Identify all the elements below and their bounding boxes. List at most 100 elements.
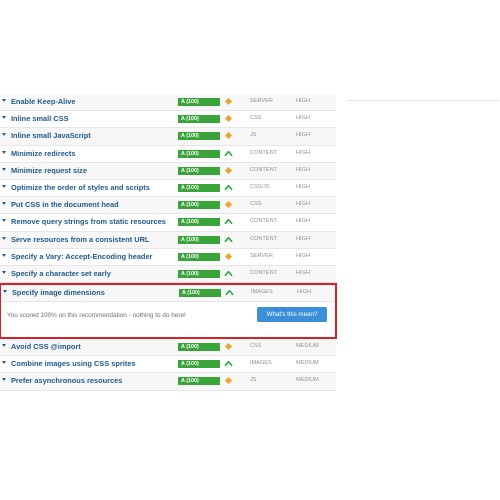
type-label: IMAGES <box>251 289 273 296</box>
type-label: CONTENT <box>250 166 278 173</box>
table-row[interactable]: Prefer asynchronous resources A (100) JS ME… <box>0 373 336 391</box>
type-label: CONTENT <box>250 235 278 242</box>
table-row[interactable]: Minimize request size A (100) CONTENT HIGH <box>0 162 336 180</box>
trend-stable-icon <box>224 132 233 140</box>
trend-up-icon <box>224 236 233 242</box>
recommendation-name[interactable]: Enable Keep-Alive <box>11 97 75 106</box>
caret-down-icon[interactable] <box>2 253 6 257</box>
grade-badge: A (100) <box>178 218 220 227</box>
type-label: IMAGES <box>250 360 272 367</box>
priority-label: HIGH <box>296 98 310 104</box>
recommendation-name[interactable]: Put CSS in the document head <box>11 200 119 209</box>
recommendation-name[interactable]: Minimize request size <box>11 166 87 175</box>
table-row[interactable]: Serve resources from a consistent URL A (… <box>0 231 336 249</box>
table-row[interactable]: Enable Keep-Alive A (100) SERVER HIGH <box>0 94 336 112</box>
grade-badge: A (100) <box>178 343 220 352</box>
priority-label: HIGH <box>296 183 310 190</box>
recommendation-name[interactable]: Avoid CSS @import <box>11 342 81 351</box>
grade-badge: A (100) <box>179 289 221 298</box>
type-label: SERVER <box>250 252 273 259</box>
trend-up-icon <box>224 150 233 156</box>
trend-stable-icon <box>224 166 233 174</box>
table-row[interactable]: Inline small CSS A (100) CSS HIGH <box>0 111 336 129</box>
trend-up-icon <box>224 219 233 225</box>
expanded-recommendation: Specify image dimensions A (100) IMAGES … <box>0 283 337 340</box>
recommendation-name[interactable]: Serve resources from a consistent URL <box>11 235 149 244</box>
priority-label: HIGH <box>296 149 310 156</box>
recommendation-name[interactable]: Specify a Vary: Accept-Encoding header <box>11 252 152 261</box>
caret-down-icon[interactable] <box>2 99 6 102</box>
recommendation-name[interactable]: Specify image dimensions <box>12 288 105 297</box>
recommendation-name[interactable]: Combine images using CSS sprites <box>11 359 135 368</box>
type-label: JS <box>250 132 257 139</box>
caret-down-icon[interactable] <box>2 184 6 188</box>
grade-badge: A (100) <box>178 252 220 261</box>
table-row[interactable]: Avoid CSS @import A (100) CSS MEDIUM <box>0 339 336 357</box>
caret-down-icon[interactable] <box>2 202 6 206</box>
recommendation-name[interactable]: Specify a character set early <box>11 269 111 278</box>
grade-badge: A (100) <box>178 377 220 386</box>
recommendation-list: Enable Keep-Alive A (100) SERVER HIGH Inline… <box>0 94 336 284</box>
grade-badge: A (100) <box>178 166 220 175</box>
type-label: CONTENT <box>250 218 278 225</box>
caret-down-icon[interactable] <box>2 361 6 365</box>
grade-badge: A (100) <box>178 360 220 369</box>
caret-down-icon[interactable] <box>2 219 6 223</box>
table-row[interactable]: Specify a Vary: Accept-Encoding header A … <box>0 248 336 266</box>
trend-stable-icon <box>224 201 233 209</box>
table-row[interactable]: Combine images using CSS sprites A (100) I… <box>0 356 336 374</box>
whats-this-mean-button[interactable]: What's this mean? <box>257 307 327 323</box>
table-row[interactable]: Remove query strings from static resourc… <box>0 214 336 232</box>
recommendation-name[interactable]: Remove query strings from static resourc… <box>11 217 166 226</box>
caret-down-icon[interactable] <box>2 116 6 120</box>
type-label: JS <box>250 377 257 384</box>
grade-badge: A (100) <box>178 235 220 244</box>
trend-stable-icon <box>224 377 233 385</box>
grade-badge: A (100) <box>178 115 220 124</box>
caret-down-icon[interactable] <box>2 167 6 171</box>
trend-up-icon <box>224 184 233 191</box>
side-panel <box>336 94 500 102</box>
caret-down-icon[interactable] <box>2 270 6 274</box>
grade-badge: A (100) <box>178 149 220 158</box>
priority-label: HIGH <box>296 269 310 276</box>
trend-stable-icon <box>224 252 233 260</box>
grade-badge: A (100) <box>178 98 220 106</box>
caret-down-icon[interactable] <box>2 344 6 348</box>
trend-up-icon <box>225 289 234 296</box>
caret-down-icon[interactable] <box>2 236 6 240</box>
priority-label: MEDIUM <box>296 377 319 384</box>
priority-label: MEDIUM <box>296 360 319 367</box>
recommendation-list: Avoid CSS @import A (100) CSS MEDIUM Combine… <box>0 339 336 391</box>
caret-down-icon[interactable] <box>2 133 6 137</box>
caret-down-icon[interactable] <box>2 150 6 154</box>
recommendation-name[interactable]: Inline small JavaScript <box>11 131 91 140</box>
type-label: CONTENT <box>250 149 278 156</box>
table-row[interactable]: Inline small JavaScript A (100) JS HIGH <box>0 128 336 146</box>
priority-label: HIGH <box>296 166 310 173</box>
priority-label: HIGH <box>296 132 310 139</box>
type-label: CSS/JS <box>250 183 270 190</box>
type-label: CSS <box>250 201 262 208</box>
trend-stable-icon <box>224 97 233 106</box>
trend-up-icon <box>224 270 233 276</box>
table-row[interactable]: Optimize the order of styles and scripts… <box>0 179 336 198</box>
recommendation-name[interactable]: Minimize redirects <box>11 149 75 158</box>
caret-down-icon[interactable] <box>2 378 6 382</box>
type-label: SERVER <box>250 98 273 104</box>
table-row[interactable]: Minimize redirects A (100) CONTENT HIGH <box>0 145 336 163</box>
caret-down-icon[interactable] <box>3 290 7 294</box>
table-row[interactable]: Specify image dimensions A (100) IMAGES … <box>1 285 335 303</box>
grade-badge: A (100) <box>178 183 220 192</box>
divider <box>347 100 499 101</box>
grade-badge: A (100) <box>178 269 220 278</box>
table-row[interactable]: Specify a character set early A (100) CONT… <box>0 265 336 284</box>
priority-label: HIGH <box>297 289 311 296</box>
trend-up-icon <box>224 361 233 367</box>
recommendation-name[interactable]: Optimize the order of styles and scripts <box>11 183 150 192</box>
table-row[interactable]: Put CSS in the document head A (100) CSS HI… <box>0 197 336 215</box>
type-label: CSS <box>250 343 262 350</box>
priority-label: HIGH <box>296 252 310 259</box>
recommendation-name[interactable]: Inline small CSS <box>11 114 69 123</box>
recommendation-name[interactable]: Prefer asynchronous resources <box>11 376 122 385</box>
